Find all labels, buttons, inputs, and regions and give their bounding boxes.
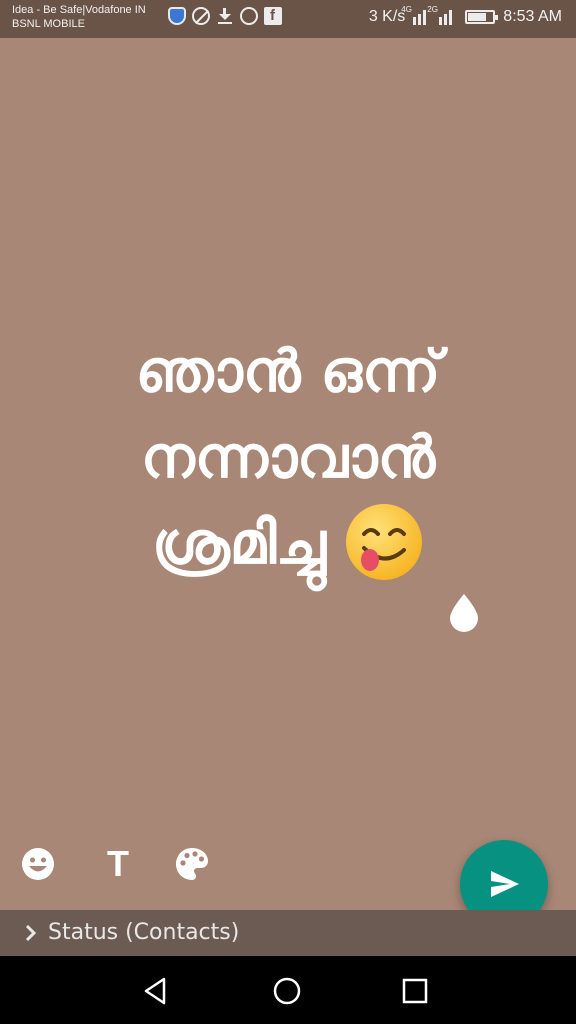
carrier-name-1: Idea - Be Safe|Vodafone IN — [12, 4, 146, 16]
status-bar: Idea - Be Safe|Vodafone IN BSNL MOBILE 3… — [0, 0, 576, 38]
download-icon — [216, 7, 234, 25]
navigation-bar — [0, 956, 576, 1024]
clock: 8:53 AM — [503, 8, 562, 25]
send-icon — [491, 871, 519, 897]
battery-icon — [465, 10, 499, 24]
carrier-name-2: BSNL MOBILE — [12, 18, 85, 30]
palette-icon[interactable] — [174, 846, 210, 882]
status-text-line: നന്നാവാൻ — [140, 423, 436, 491]
shield-icon — [168, 7, 186, 25]
home-icon[interactable] — [270, 974, 304, 1008]
status-audience-bar[interactable]: Status (Contacts) — [0, 910, 576, 956]
face-savoring-food-emoji-icon — [344, 502, 424, 582]
network-speed: 3 K/s — [368, 8, 406, 25]
carrier-info: Idea - Be Safe|Vodafone IN BSNL MOBILE — [12, 3, 146, 31]
notification-icons — [168, 7, 282, 25]
recent-apps-icon[interactable] — [398, 974, 432, 1008]
whatsapp-icon — [240, 7, 258, 25]
status-text-line-3: ശ്രമിച്ചു — [152, 509, 326, 577]
signal-icon: 2G — [427, 5, 457, 25]
facebook-icon — [264, 7, 282, 25]
back-icon[interactable] — [140, 974, 174, 1008]
status-audience-label: Status (Contacts) — [48, 920, 240, 945]
chevron-right-icon — [25, 924, 37, 942]
block-icon — [192, 7, 210, 25]
ink-drop-icon[interactable] — [448, 592, 480, 632]
status-text-line: ഞാൻ ഒന്ന് — [135, 337, 441, 405]
system-status: 3 K/s 4G 2G 8:53 AM — [368, 5, 562, 26]
status-text[interactable]: ഞാൻ ഒന്ന് നന്നാവാൻ ശ്രമിച്ചു — [40, 328, 536, 586]
status-text-line: ശ്രമിച്ചു — [40, 500, 536, 586]
emoji-icon[interactable] — [20, 846, 56, 882]
text-icon[interactable]: T — [100, 846, 136, 882]
